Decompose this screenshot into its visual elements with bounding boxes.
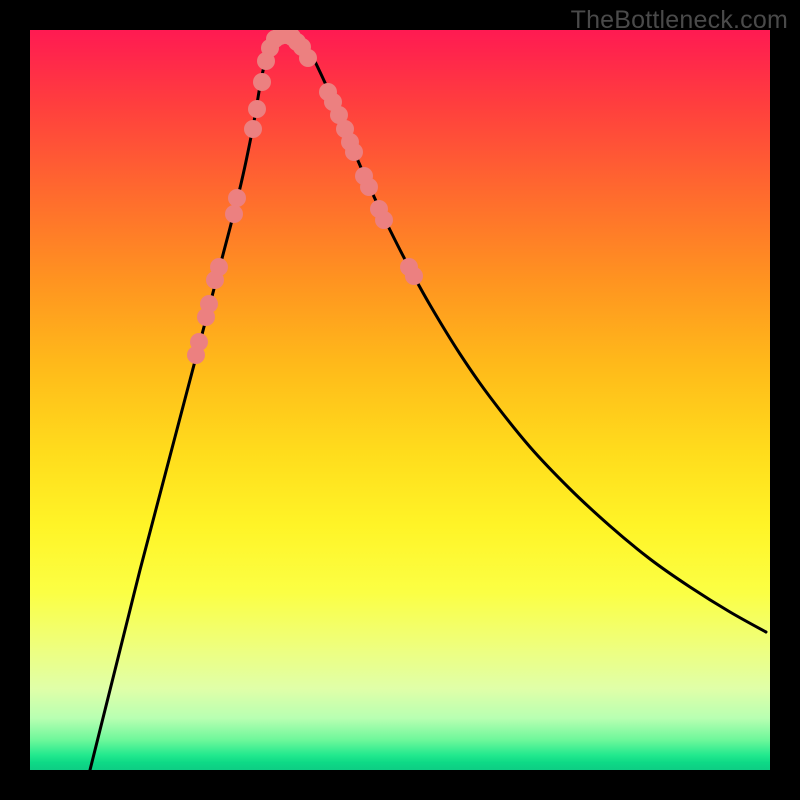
curve-marker [248,100,266,118]
curve-marker [228,189,246,207]
watermark-text: TheBottleneck.com [571,6,788,35]
curve-marker [345,143,363,161]
curve-marker [253,73,271,91]
curve-marker [225,205,243,223]
curve-marker [360,178,378,196]
curve-marker [405,267,423,285]
chart-frame: TheBottleneck.com [0,0,800,800]
curve-marker [244,120,262,138]
curve-marker [299,49,317,67]
chart-svg [30,30,770,770]
curve-marker [190,333,208,351]
plot-area [30,30,770,770]
curve-marker [375,211,393,229]
curve-marker [200,295,218,313]
curve-marker [210,258,228,276]
bottleneck-curve [90,33,766,770]
marker-group [187,30,423,364]
